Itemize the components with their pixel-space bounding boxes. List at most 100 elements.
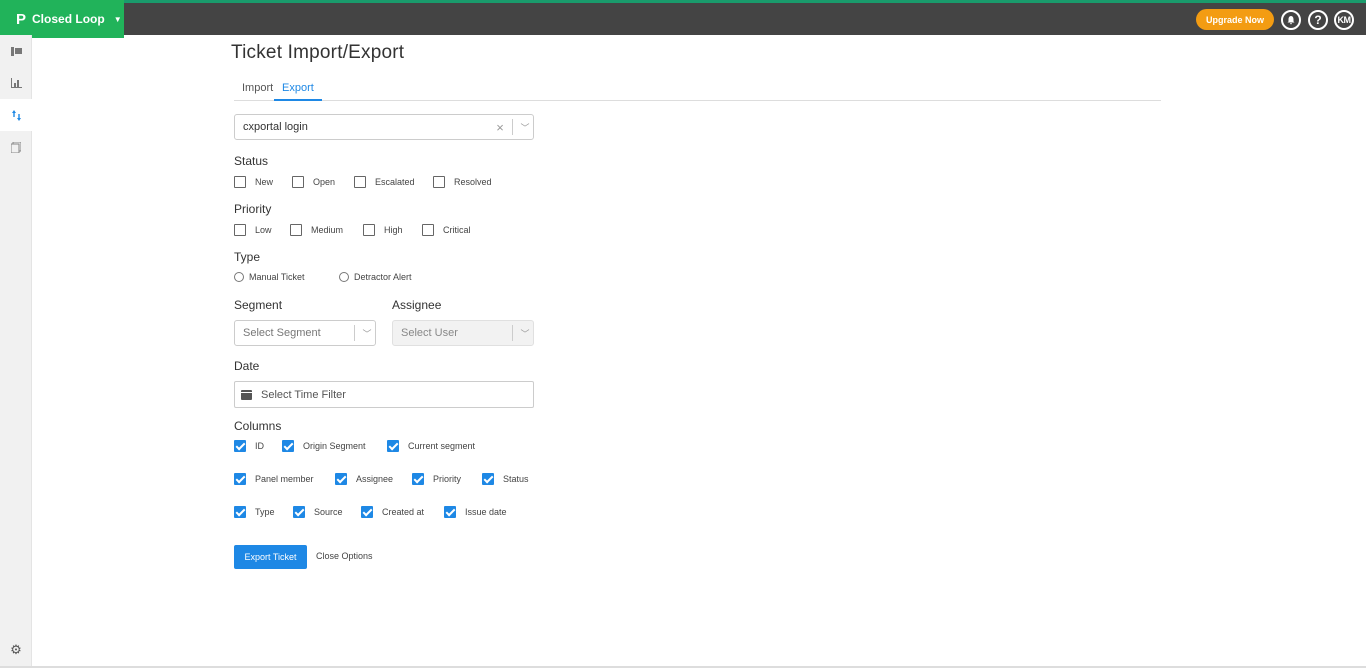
- checkbox-label: Status: [503, 474, 529, 484]
- product-switcher[interactable]: P Closed Loop ▼: [0, 0, 124, 38]
- select-separator: [512, 325, 513, 341]
- brand-logo-icon: P: [16, 10, 27, 28]
- notifications-bell-icon[interactable]: [1281, 10, 1301, 30]
- checkbox-box: [234, 506, 246, 518]
- assignee-select-placeholder: Select User: [401, 327, 458, 339]
- user-avatar[interactable]: KM: [1334, 10, 1354, 30]
- column-checkbox-id[interactable]: ID: [234, 440, 264, 452]
- upgrade-now-button[interactable]: Upgrade Now: [1196, 9, 1274, 30]
- checkbox-box: [363, 224, 375, 236]
- column-checkbox-assignee[interactable]: Assignee: [335, 473, 393, 485]
- status-checkbox-resolved[interactable]: Resolved: [433, 176, 492, 188]
- column-checkbox-priority[interactable]: Priority: [412, 473, 461, 485]
- status-label: Status: [234, 154, 269, 168]
- documents-icon: [11, 141, 21, 153]
- checkbox-label: Created at: [382, 507, 425, 517]
- checkbox-label: Type: [255, 507, 275, 517]
- checkbox-label: Current segment: [408, 441, 476, 451]
- column-checkbox-origin-segment[interactable]: Origin Segment: [282, 440, 366, 452]
- status-checkbox-new[interactable]: New: [234, 176, 273, 188]
- column-checkbox-current-segment[interactable]: Current segment: [387, 440, 475, 452]
- select-separator: [512, 119, 513, 135]
- caret-down-icon: ▼: [113, 14, 122, 24]
- tab-import[interactable]: Import: [242, 82, 273, 101]
- checkbox-box: [234, 224, 246, 236]
- page-title: Ticket Import/Export: [231, 42, 405, 63]
- checkbox-label: Resolved: [454, 177, 492, 187]
- checkbox-box: [482, 473, 494, 485]
- checkbox-label: Priority: [433, 474, 462, 484]
- checkbox-label: Source: [314, 507, 343, 517]
- checkbox-label: Issue date: [465, 507, 507, 517]
- checkbox-label: Escalated: [375, 177, 415, 187]
- checkbox-box: [354, 176, 366, 188]
- sidebar-item-import-export[interactable]: [0, 99, 32, 131]
- checkbox-box: [234, 473, 246, 485]
- priority-checkbox-low[interactable]: Low: [234, 224, 272, 236]
- column-checkbox-type[interactable]: Type: [234, 506, 275, 518]
- survey-select-value: cxportal login: [243, 121, 308, 133]
- assignee-label: Assignee: [392, 298, 442, 312]
- priority-checkbox-high[interactable]: High: [363, 224, 403, 236]
- column-checkbox-status[interactable]: Status: [482, 473, 529, 485]
- checkbox-label: Open: [313, 177, 336, 187]
- sidebar-item-reports[interactable]: [0, 67, 32, 99]
- priority-checkbox-medium[interactable]: Medium: [290, 224, 343, 236]
- time-filter-placeholder: Select Time Filter: [261, 388, 346, 401]
- chevron-down-icon[interactable]: ﹀: [359, 327, 375, 340]
- time-filter-input[interactable]: Select Time Filter: [234, 381, 534, 408]
- columns-label: Columns: [234, 419, 282, 433]
- sidebar-item-dashboard[interactable]: [0, 35, 32, 67]
- radio-label: Manual Ticket: [249, 272, 305, 282]
- select-separator: [354, 325, 355, 341]
- checkbox-label: New: [255, 177, 274, 187]
- checkbox-box: [290, 224, 302, 236]
- bar-chart-icon: [10, 78, 22, 88]
- checkbox-box: [292, 176, 304, 188]
- radio-circle: [339, 272, 349, 282]
- close-options-link[interactable]: Close Options: [316, 551, 373, 561]
- segment-select[interactable]: Select Segment ﹀: [234, 320, 376, 346]
- status-checkbox-escalated[interactable]: Escalated: [354, 176, 415, 188]
- checkbox-label: Panel member: [255, 474, 314, 484]
- radio-label: Detractor Alert: [354, 272, 412, 282]
- checkbox-label: Origin Segment: [303, 441, 366, 451]
- checkbox-label: Assignee: [356, 474, 394, 484]
- type-radio-detractor-alert[interactable]: Detractor Alert: [339, 272, 412, 282]
- checkbox-label: Low: [255, 225, 272, 235]
- checkbox-box: [412, 473, 424, 485]
- checkbox-box: [234, 440, 246, 452]
- segment-label: Segment: [234, 298, 283, 312]
- chevron-down-icon[interactable]: ﹀: [517, 327, 533, 340]
- chevron-down-icon[interactable]: ﹀: [517, 121, 533, 134]
- clear-icon[interactable]: ×: [492, 120, 508, 135]
- checkbox-box: [433, 176, 445, 188]
- date-label: Date: [234, 359, 260, 373]
- survey-select[interactable]: cxportal login × ﹀: [234, 114, 534, 140]
- left-sidebar: ⚙: [0, 35, 32, 666]
- column-checkbox-created-at[interactable]: Created at: [361, 506, 424, 518]
- status-checkbox-open[interactable]: Open: [292, 176, 335, 188]
- tab-bar: Import Export: [234, 78, 1161, 101]
- dashboard-icon: [10, 46, 22, 56]
- import-export-arrows-icon: [11, 109, 21, 121]
- help-icon[interactable]: ?: [1308, 10, 1328, 30]
- tab-export[interactable]: Export: [274, 82, 322, 101]
- type-radio-manual-ticket[interactable]: Manual Ticket: [234, 272, 305, 282]
- checkbox-box: [335, 473, 347, 485]
- type-label: Type: [234, 250, 261, 264]
- column-checkbox-source[interactable]: Source: [293, 506, 343, 518]
- assignee-select[interactable]: Select User ﹀: [392, 320, 534, 346]
- column-checkbox-panel-member[interactable]: Panel member: [234, 473, 314, 485]
- priority-checkbox-critical[interactable]: Critical: [422, 224, 471, 236]
- priority-label: Priority: [234, 202, 272, 216]
- checkbox-box: [422, 224, 434, 236]
- export-ticket-button[interactable]: Export Ticket: [234, 545, 307, 569]
- column-checkbox-issue-date[interactable]: Issue date: [444, 506, 507, 518]
- calendar-icon: [241, 389, 252, 400]
- checkbox-label: Medium: [311, 225, 344, 235]
- checkbox-label: ID: [255, 441, 264, 451]
- settings-gear-icon[interactable]: ⚙: [0, 637, 32, 663]
- sidebar-item-documents[interactable]: [0, 131, 32, 163]
- checkbox-label: Critical: [443, 225, 471, 235]
